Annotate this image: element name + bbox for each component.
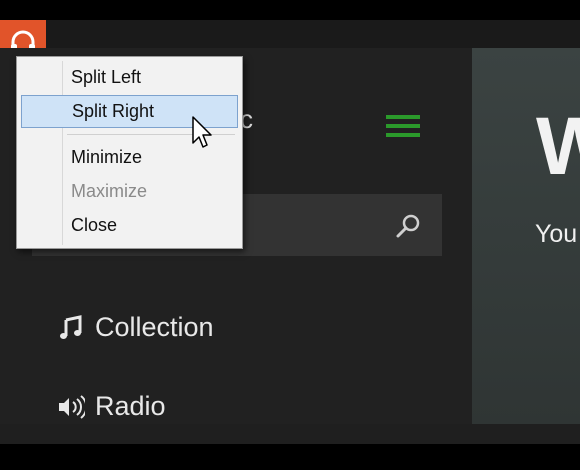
hamburger-line bbox=[386, 124, 420, 128]
sidebar-item-label: Radio bbox=[95, 391, 166, 421]
music-note-icon bbox=[56, 313, 86, 343]
sidebar-item-label: Collection bbox=[95, 312, 214, 342]
radio-waves-icon bbox=[56, 392, 86, 422]
sidebar-item-collection[interactable]: Collection bbox=[56, 312, 214, 343]
hamburger-line bbox=[386, 115, 420, 119]
sidebar-item-radio[interactable]: Radio bbox=[56, 391, 166, 422]
menu-item-maximize: Maximize bbox=[71, 181, 148, 201]
mouse-pointer-icon bbox=[192, 116, 214, 150]
search-icon[interactable] bbox=[394, 212, 422, 240]
menu-item-close[interactable]: Close bbox=[21, 209, 238, 242]
content-pane: W You bbox=[472, 48, 580, 424]
hamburger-line bbox=[386, 133, 420, 137]
hamburger-menu-button[interactable] bbox=[386, 115, 420, 141]
menu-item-split-left[interactable]: Split Left bbox=[21, 61, 238, 94]
content-subheading: You bbox=[535, 220, 578, 248]
content-heading: W bbox=[536, 101, 580, 192]
window-context-menu: Split Left Split Right Minimize Maximize… bbox=[16, 56, 243, 249]
